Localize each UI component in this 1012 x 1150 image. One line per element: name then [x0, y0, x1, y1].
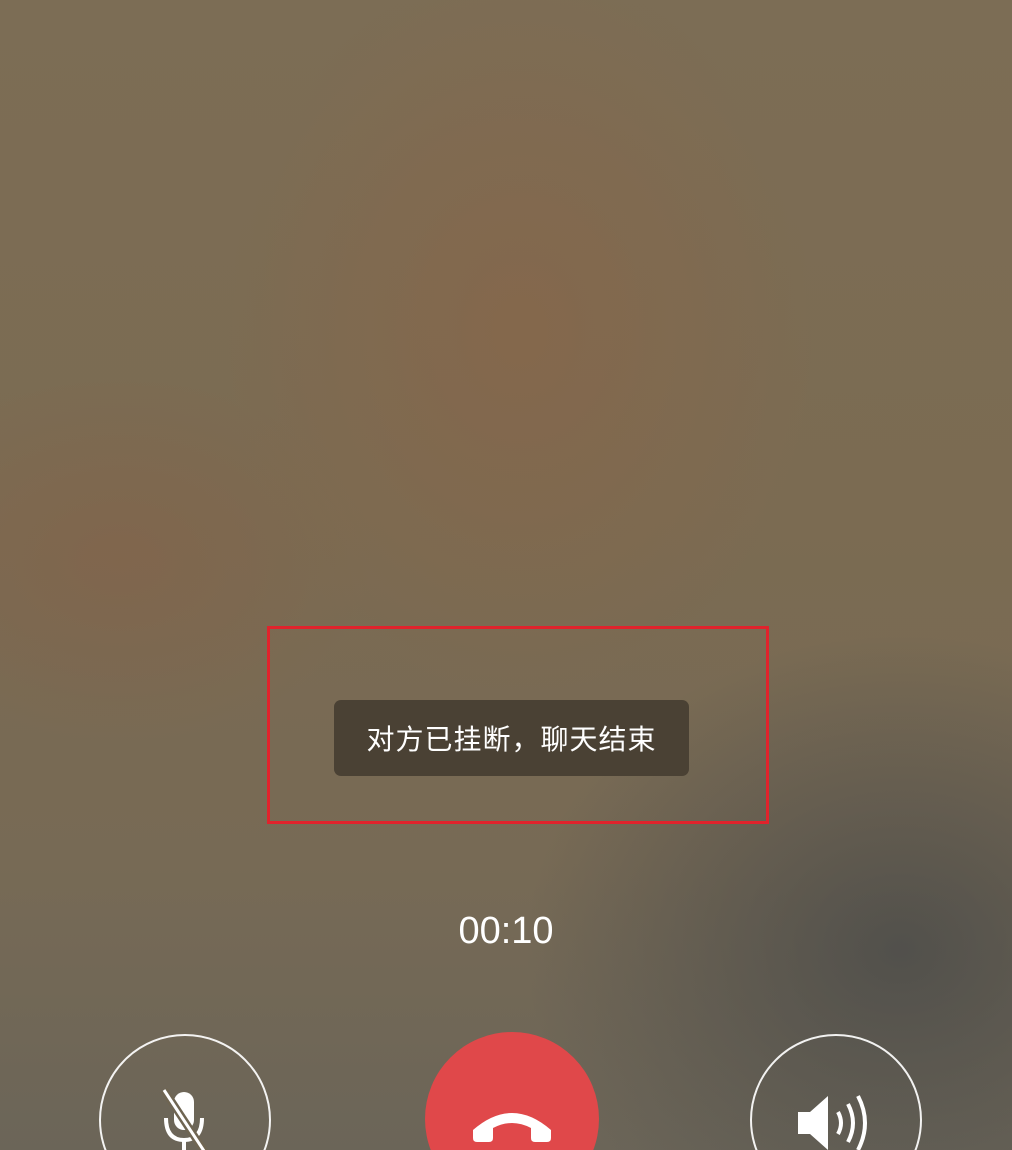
call-ended-toast: 对方已挂断，聊天结束 — [334, 700, 689, 776]
microphone-muted-icon — [158, 1036, 212, 1150]
call-background — [0, 0, 1012, 1150]
speaker-icon — [794, 1036, 878, 1150]
call-duration: 00:10 — [458, 910, 554, 952]
toast-message: 对方已挂断，聊天结束 — [366, 723, 657, 756]
phone-hangup-icon — [467, 1032, 557, 1150]
